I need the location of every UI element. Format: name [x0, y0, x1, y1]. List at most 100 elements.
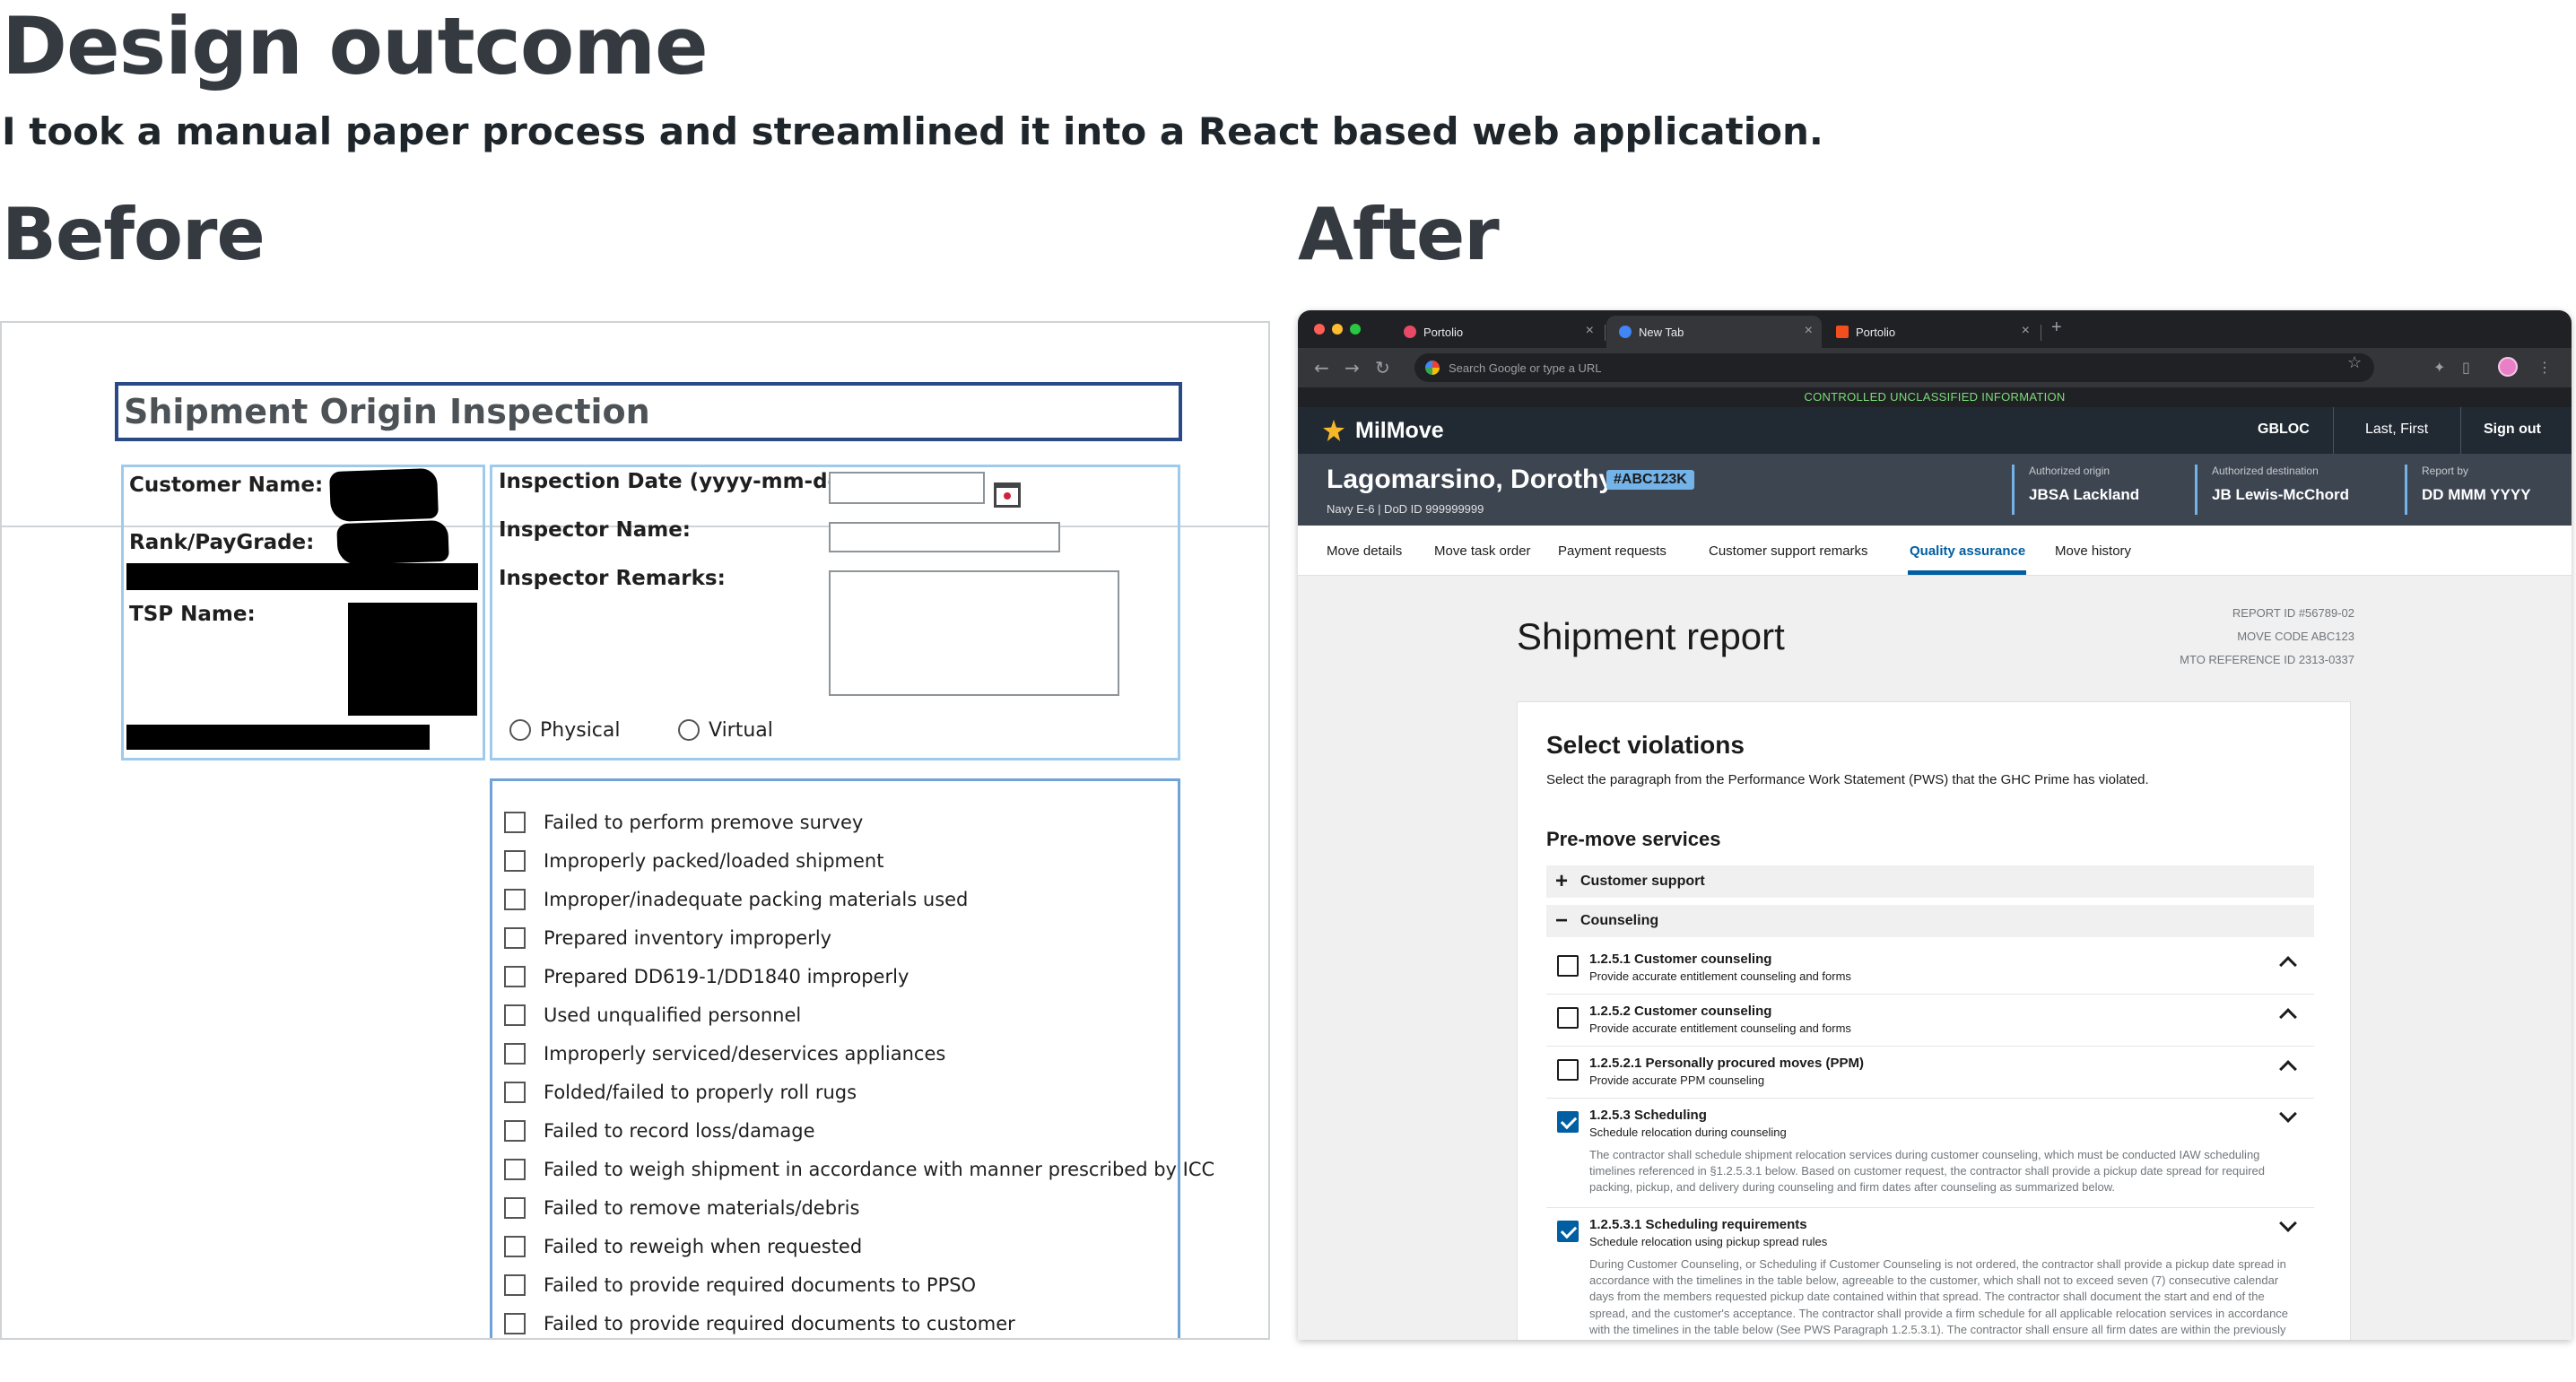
checklist-checkbox[interactable]: [504, 850, 526, 872]
close-tab-icon[interactable]: ×: [2022, 323, 2030, 339]
checklist-checkbox[interactable]: [504, 812, 526, 833]
violation-checkbox[interactable]: [1557, 1111, 1579, 1133]
side-panel-icon[interactable]: ▯: [2462, 359, 2478, 376]
redaction: [336, 519, 449, 566]
gbloc-link[interactable]: GBLOC: [2258, 422, 2310, 438]
checklist-checkbox[interactable]: [504, 1197, 526, 1219]
checklist-label: Used unqualified personnel: [544, 1004, 802, 1026]
checklist-label: Failed to record loss/damage: [544, 1120, 815, 1142]
profile-avatar[interactable]: [2498, 357, 2518, 377]
address-bar[interactable]: Search Google or type a URL: [1414, 353, 2374, 382]
accordion-label: Customer support: [1580, 874, 1705, 889]
chevron-up-icon[interactable]: [2279, 1008, 2297, 1026]
violation-title: 1.2.5.3 Scheduling: [1589, 1108, 1707, 1123]
sign-out-link[interactable]: Sign out: [2484, 422, 2541, 438]
back-icon[interactable]: ←: [1314, 357, 1329, 378]
checklist-checkbox[interactable]: [504, 927, 526, 949]
milmove-logo-icon[interactable]: [1323, 420, 1345, 441]
violation-item[interactable]: 1.2.5.1 Customer counseling Provide accur…: [1546, 944, 2314, 995]
checklist-item[interactable]: Failed to reweigh when requested: [504, 1231, 862, 1262]
violation-item[interactable]: 1.2.5.2.1 Personally procured moves (PPM…: [1546, 1048, 2314, 1099]
close-tab-icon[interactable]: ×: [1586, 323, 1594, 339]
inspector-remarks-field[interactable]: [829, 570, 1119, 696]
browser-tab-active[interactable]: New Tab ×: [1606, 316, 1822, 348]
menu-icon[interactable]: ⋮: [2537, 359, 2554, 376]
checklist-checkbox[interactable]: [504, 966, 526, 987]
forward-icon[interactable]: →: [1345, 357, 1360, 378]
checklist-checkbox[interactable]: [504, 1313, 526, 1334]
checklist-item[interactable]: Failed to provide required documents to …: [504, 1270, 976, 1300]
extensions-icon[interactable]: ✦: [2433, 359, 2450, 376]
authorized-destination: Authorized destination JB Lewis-McChord: [2195, 465, 2349, 515]
info-label: Authorized origin: [2029, 465, 2110, 477]
violation-item[interactable]: 1.2.5.2 Customer counseling Provide accur…: [1546, 996, 2314, 1047]
checklist-checkbox[interactable]: [504, 889, 526, 910]
bookmark-star-icon[interactable]: ☆: [2347, 353, 2362, 372]
checklist-checkbox[interactable]: [504, 1043, 526, 1065]
checklist-item[interactable]: Improper/inadequate packing materials us…: [504, 884, 968, 915]
tab-favicon-icon: [1404, 326, 1416, 338]
maximize-window-icon[interactable]: [1350, 324, 1361, 335]
close-tab-icon[interactable]: ×: [1805, 323, 1813, 339]
browser-tab[interactable]: Portolio ×: [1391, 316, 1603, 348]
checklist-checkbox[interactable]: [504, 1004, 526, 1026]
inspector-name-field[interactable]: [829, 522, 1060, 552]
checklist-item[interactable]: Folded/failed to properly roll rugs: [504, 1077, 857, 1108]
tab-label: New Tab: [1639, 325, 1684, 339]
checklist-checkbox[interactable]: [504, 1274, 526, 1296]
checklist-item[interactable]: Failed to provide required documents to …: [504, 1308, 1015, 1338]
checklist-checkbox[interactable]: [504, 1159, 526, 1180]
checklist-item[interactable]: Failed to perform premove survey: [504, 807, 863, 838]
violation-title: 1.2.5.2.1 Personally procured moves (PPM…: [1589, 1056, 1864, 1071]
checklist-label: Failed to provide required documents to …: [544, 1313, 1015, 1334]
inspection-date-field[interactable]: [829, 472, 985, 504]
physical-radio[interactable]: [509, 719, 531, 741]
accordion-counseling[interactable]: − Counseling: [1546, 905, 2314, 937]
close-window-icon[interactable]: [1314, 324, 1325, 335]
calendar-icon[interactable]: [994, 482, 1021, 508]
tab-move-details[interactable]: Move details: [1327, 543, 1402, 559]
tab-customer-support-remarks[interactable]: Customer support remarks: [1709, 543, 1868, 559]
chevron-up-icon[interactable]: [2279, 1060, 2297, 1078]
checklist-item[interactable]: Failed to weigh shipment in accordance w…: [504, 1154, 1214, 1185]
checklist-checkbox[interactable]: [504, 1236, 526, 1257]
violation-item[interactable]: 1.2.5.3 Scheduling Schedule relocation du…: [1546, 1100, 2314, 1208]
violation-checkbox[interactable]: [1557, 1221, 1579, 1242]
virtual-radio[interactable]: [678, 719, 700, 741]
chevron-down-icon[interactable]: [2279, 1105, 2297, 1123]
checklist-item[interactable]: Used unqualified personnel: [504, 1000, 801, 1030]
info-value: JB Lewis-McChord: [2212, 486, 2350, 503]
checklist-item[interactable]: Failed to remove materials/debris: [504, 1193, 859, 1223]
tab-move-history[interactable]: Move history: [2055, 543, 2131, 559]
tab-favicon-icon: [1619, 326, 1632, 338]
checklist-checkbox[interactable]: [504, 1120, 526, 1142]
cui-banner: CONTROLLED UNCLASSIFIED INFORMATION: [1298, 387, 2572, 407]
browser-tab[interactable]: Portolio ×: [1823, 316, 2039, 348]
brand-name[interactable]: MilMove: [1355, 418, 1444, 444]
new-tab-icon[interactable]: +: [2051, 317, 2062, 338]
rank-label: Rank/PayGrade:: [129, 531, 315, 554]
minimize-window-icon[interactable]: [1332, 324, 1343, 335]
violations-title: Select violations: [1546, 731, 1745, 759]
violation-checkbox[interactable]: [1557, 1059, 1579, 1081]
checklist-label: Prepared DD619-1/DD1840 improperly: [544, 966, 909, 987]
checklist-checkbox[interactable]: [504, 1082, 526, 1103]
checklist-item[interactable]: Improperly packed/loaded shipment: [504, 846, 883, 876]
mto-reference: MTO REFERENCE ID 2313-0337: [2180, 653, 2354, 666]
violation-item[interactable]: 1.2.5.3.1 Scheduling requirements Schedul…: [1546, 1210, 2314, 1340]
accordion-customer-support[interactable]: + Customer support: [1546, 865, 2314, 898]
tab-payment-requests[interactable]: Payment requests: [1558, 543, 1667, 559]
chevron-up-icon[interactable]: [2279, 956, 2297, 974]
violation-checkbox[interactable]: [1557, 955, 1579, 977]
reload-icon[interactable]: ↻: [1375, 357, 1390, 378]
user-name[interactable]: Last, First: [2365, 422, 2428, 438]
tab-quality-assurance[interactable]: Quality assurance: [1910, 543, 2025, 559]
tab-move-task-order[interactable]: Move task order: [1434, 543, 1531, 559]
chevron-down-icon[interactable]: [2279, 1214, 2297, 1232]
checklist-label: Improperly packed/loaded shipment: [544, 850, 884, 872]
checklist-item[interactable]: Prepared DD619-1/DD1840 improperly: [504, 961, 909, 992]
violation-checkbox[interactable]: [1557, 1007, 1579, 1029]
checklist-item[interactable]: Failed to record loss/damage: [504, 1116, 815, 1146]
checklist-item[interactable]: Improperly serviced/deservices appliance…: [504, 1039, 945, 1069]
checklist-item[interactable]: Prepared inventory improperly: [504, 923, 831, 953]
